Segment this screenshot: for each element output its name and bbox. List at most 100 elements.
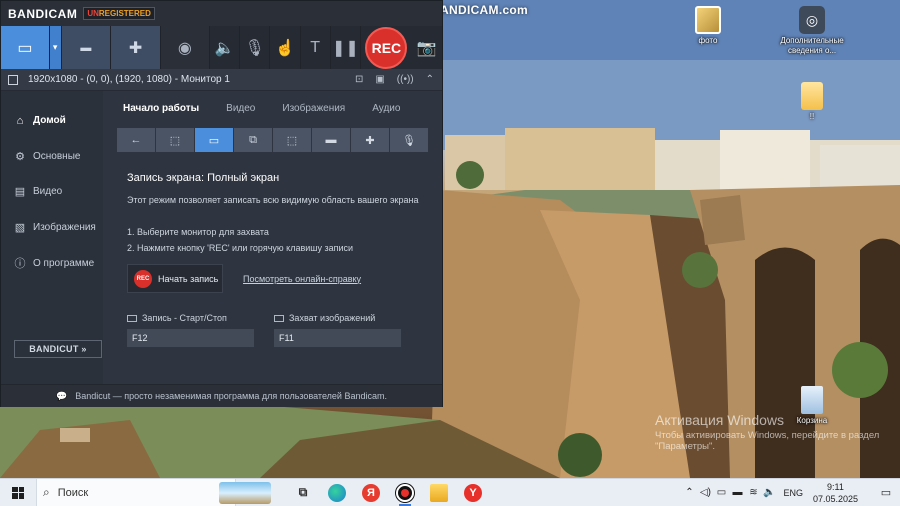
mode-cursor-button[interactable]: ⬚ (273, 128, 311, 152)
start-button[interactable] (0, 479, 36, 506)
audio-device-icon[interactable]: ◁) (697, 487, 713, 498)
desktop-icon-folder[interactable]: !! (782, 82, 842, 122)
notification-button[interactable]: ▭ (872, 479, 900, 506)
online-help-link[interactable]: Посмотреть онлайн-справку (243, 274, 361, 284)
video-icon: ▤ (14, 186, 26, 199)
language-indicator[interactable]: ENG (783, 488, 803, 498)
footer-message[interactable]: Bandicut — просто незаменимая программа … (75, 391, 387, 401)
mouse-cursor-button[interactable]: ☝ (270, 26, 301, 69)
network-icon[interactable]: ▭ (713, 487, 729, 498)
screenshot-button[interactable]: 📷 (412, 26, 442, 69)
keyboard-icon (127, 314, 137, 322)
capture-area-icon (8, 74, 18, 85)
gamepad-icon: ✚ (365, 134, 375, 147)
clock-date: 07.05.2025 (812, 493, 858, 504)
rec-mini-icon: REC (134, 269, 152, 288)
webcam-button[interactable]: ◉ (161, 26, 210, 69)
edge-button[interactable] (320, 479, 354, 506)
tab-audio[interactable]: Аудио (372, 103, 400, 114)
sidebar-item-general[interactable]: ⚙ Основные (1, 139, 103, 175)
taskbar: ⌕ Поиск ⧉ Я Y ⌃ ◁) ▭ ▬ ≋ 🔈 ENG 9:11 07.0… (0, 478, 900, 506)
game-mode-button[interactable]: ✚ (111, 26, 161, 69)
chat-icon: 💬 (56, 390, 68, 401)
start-recording-button[interactable]: REC Начать запись (127, 264, 223, 293)
mode-rectangle-button[interactable]: ⬚ (156, 128, 194, 152)
notification-icon: ▭ (880, 487, 892, 499)
recycle-bin-icon (801, 386, 823, 414)
hotkeys: Запись - Старт/Стоп F12 Захват изображен… (127, 313, 428, 347)
folder-icon (801, 82, 823, 110)
tab-images[interactable]: Изображения (282, 103, 345, 114)
tab-video[interactable]: Видео (226, 103, 255, 114)
keyboard-icon (274, 314, 284, 322)
mode-hdmi-button[interactable]: ▬ (312, 128, 350, 152)
yandex-app-button[interactable]: Y (456, 479, 490, 506)
fullscreen-mode-button[interactable]: ▭ (1, 26, 50, 69)
unregistered-badge[interactable]: UNREGISTERED (83, 7, 155, 20)
pause-button[interactable]: ❚❚ (331, 26, 362, 69)
mode-dropdown-button[interactable]: ▾ (49, 26, 62, 69)
hdmi-mode-button[interactable]: ▬ (61, 26, 112, 69)
audio-wave-icon[interactable]: ((•)) (397, 74, 414, 85)
sidebar-item-home[interactable]: ⌂ Домой (1, 103, 103, 139)
desktop-icon-info[interactable]: ◎ Дополнительные сведения о... (780, 6, 844, 56)
display-icon[interactable]: ▬ (729, 487, 745, 498)
bandicam-toolbar: ▭ ▾ ▬ ✚ ◉ 🔈 🎙 ☝ T ❚❚ REC 📷 (1, 26, 442, 69)
webcam-icon: ◉ (177, 39, 192, 57)
hotkey-record-field[interactable]: F12 (127, 329, 254, 347)
image-icon: ▧ (14, 222, 26, 235)
webcam-overlay-icon[interactable]: ⊡ (355, 74, 363, 85)
content-tabs: Начало работы Видео Изображения Аудио (117, 91, 428, 125)
bandicam-main: Начало работы Видео Изображения Аудио ← … (103, 91, 442, 384)
text-overlay-button[interactable]: T (301, 26, 331, 69)
chevron-up-icon[interactable]: ⌃ (681, 487, 697, 498)
sidebar-item-video[interactable]: ▤ Видео (1, 174, 103, 210)
taskbar-search[interactable]: ⌕ Поиск (36, 478, 271, 506)
taskbar-apps: ⧉ Я Y (286, 479, 490, 506)
desktop-icon-photo[interactable]: фото (678, 6, 738, 46)
volume-icon[interactable]: 🔈 (761, 487, 777, 498)
sidebar-item-images[interactable]: ▧ Изображения (1, 210, 103, 246)
bandicam-taskbar-button[interactable] (388, 479, 422, 506)
monitor-icon: ▭ (208, 134, 220, 147)
hotkey-capture-field[interactable]: F11 (274, 329, 401, 347)
microphone-button[interactable]: 🎙 (240, 26, 271, 69)
speaker-icon: 🔈 (214, 39, 235, 57)
mode-game-button[interactable]: ✚ (351, 128, 389, 152)
folder-icon (430, 483, 448, 502)
collapse-icon[interactable]: ⌃ (426, 74, 434, 85)
photo-folder-icon (695, 6, 721, 34)
rec-button-wrap: REC (361, 26, 412, 69)
home-icon: ⌂ (16, 114, 24, 127)
microphone-icon: 🎙 (402, 134, 416, 147)
windows-icon (12, 486, 24, 499)
tab-getting-started[interactable]: Начало работы (123, 103, 199, 114)
file-explorer-button[interactable] (422, 479, 456, 506)
image-capture-icon[interactable]: ▣ (375, 74, 384, 85)
bandicam-footer: 💬 Bandicut — просто незаменимая программ… (1, 384, 442, 407)
activate-title: Активация Windows (655, 412, 785, 428)
clock-time: 9:11 (827, 481, 844, 492)
clock[interactable]: 9:11 07.05.2025 (813, 481, 858, 505)
back-button[interactable]: ← (117, 128, 155, 152)
info-icon: ⓘ (14, 258, 26, 271)
wifi-icon[interactable]: ≋ (745, 487, 761, 498)
bandicam-logo: BANDICAM (8, 6, 78, 21)
bandicam-icon (396, 483, 414, 502)
task-view-button[interactable]: ⧉ (286, 479, 320, 506)
mode-audio-button[interactable]: 🎙 (390, 128, 428, 152)
gear-icon: ⚙ (15, 150, 25, 163)
mode-title: Запись экрана: Полный экран (127, 172, 280, 184)
hotkey-record: Запись - Старт/Стоп F12 (127, 313, 254, 347)
mode-fullscreen-button[interactable]: ▭ (195, 128, 233, 152)
microphone-icon: 🎙 (244, 39, 265, 57)
speaker-button[interactable]: 🔈 (210, 26, 241, 69)
camera-icon: 📷 (416, 39, 437, 57)
yandex-browser-button[interactable]: Я (354, 479, 388, 506)
hotkey-capture: Захват изображений F11 (274, 313, 401, 347)
rec-button[interactable]: REC (365, 26, 408, 69)
bandicut-button[interactable]: BANDICUT » (14, 340, 102, 358)
step-1: 1. Выберите монитор для захвата (127, 227, 269, 237)
mode-window-button[interactable]: ⧉ (234, 128, 272, 152)
sidebar-item-about[interactable]: ⓘ О программе (1, 245, 103, 281)
